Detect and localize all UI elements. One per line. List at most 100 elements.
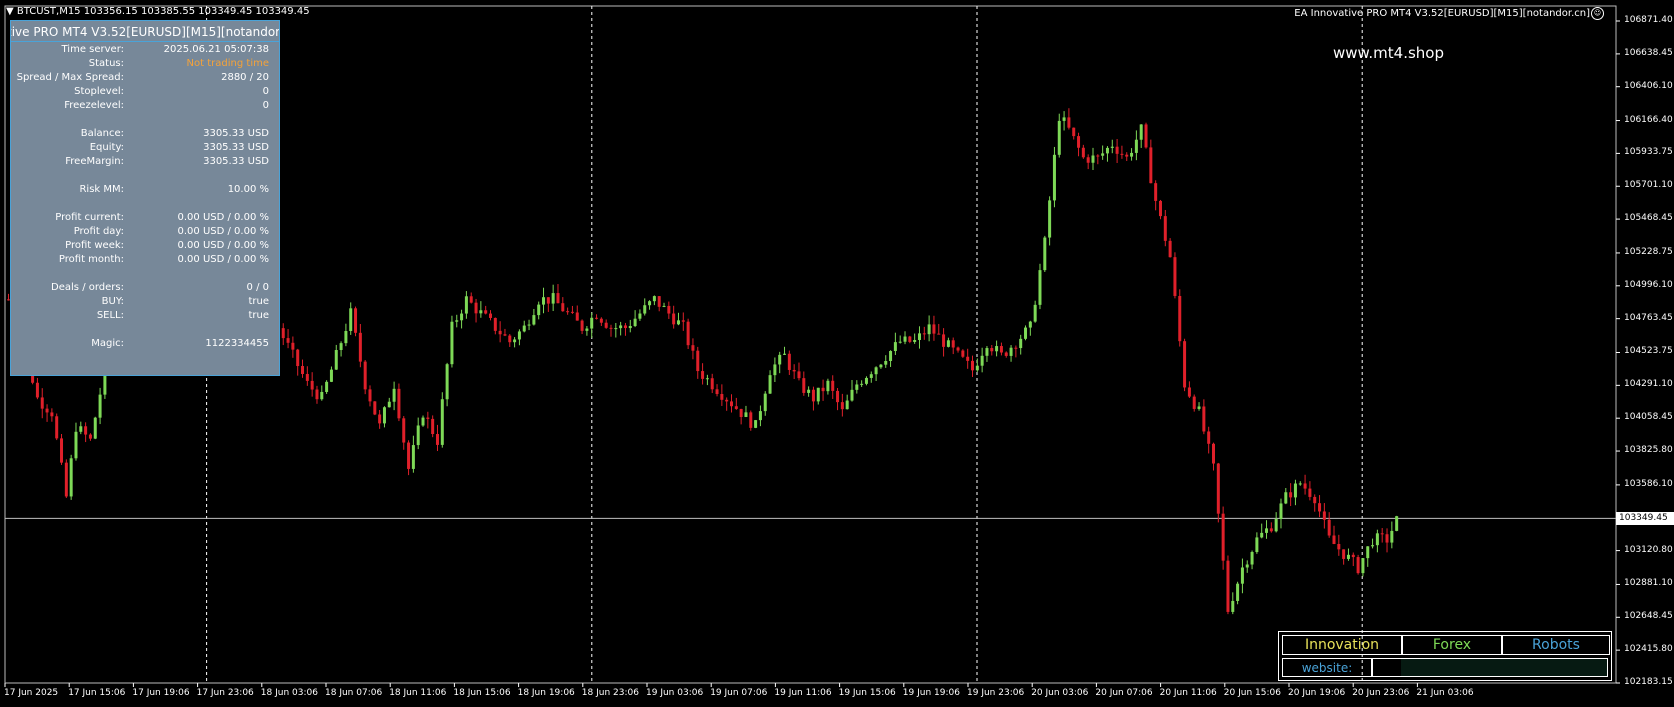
candle-body <box>1346 554 1350 559</box>
candle-body <box>1274 518 1278 532</box>
candle-body <box>1375 533 1379 546</box>
row-label: Deals / orders: <box>51 282 124 293</box>
candle-body <box>305 373 309 381</box>
row-value: 0 / 0 <box>246 282 269 293</box>
panel-row: FreeMargin: 3305.33 USD <box>11 155 279 169</box>
time-tick-label: 18 Jun 03:06 <box>260 688 318 698</box>
symbol-info: ▼ BTCUST,M15 103356.15 103385.55 103349.… <box>6 6 310 17</box>
candle-body <box>421 417 425 426</box>
panel-row: Profit month: 0.00 USD / 0.00 % <box>11 253 279 267</box>
row-label: Equity: <box>89 142 124 153</box>
candle-body <box>1052 154 1056 201</box>
candle-body <box>623 325 627 329</box>
time-tick-label: 20 Jun 15:06 <box>1223 688 1281 698</box>
candle-body <box>74 431 78 459</box>
candle-body <box>864 377 868 384</box>
time-tick-label: 19 Jun 11:06 <box>774 688 832 698</box>
candle-body <box>946 340 950 347</box>
candle-body <box>368 389 372 402</box>
candle-body <box>951 340 955 348</box>
row-label: Spread / Max Spread: <box>16 72 124 83</box>
candle-body <box>416 425 420 446</box>
candle-body <box>1187 387 1191 397</box>
candle-body <box>768 375 772 394</box>
time-tick-label: 20 Jun 19:06 <box>1288 688 1346 698</box>
candle-body <box>773 364 777 376</box>
candle-body <box>681 320 685 322</box>
candle-body <box>831 380 835 391</box>
price-tick-label: 105468.45 <box>1624 213 1673 224</box>
candle-body <box>705 378 709 380</box>
candle-body <box>686 321 690 346</box>
candle-body <box>1173 257 1177 296</box>
panel-row <box>11 113 279 127</box>
candle-body <box>1028 321 1032 328</box>
website-field[interactable] <box>1372 658 1608 677</box>
candle-body <box>633 318 637 327</box>
candle-body <box>450 321 454 365</box>
row-value: 2880 / 20 <box>221 72 269 83</box>
panel-row: SELL: true <box>11 309 279 323</box>
candle-body <box>999 346 1003 353</box>
candle-body <box>1192 396 1196 409</box>
candle-body <box>55 416 59 439</box>
candle-body <box>64 462 68 497</box>
candle-body <box>363 361 367 390</box>
candle-body <box>1062 117 1066 121</box>
candle-body <box>821 387 825 392</box>
time-tick-label: 17 Jun 23:06 <box>196 688 254 698</box>
candle-body <box>1168 240 1172 258</box>
candle-body <box>893 342 897 352</box>
time-tick-label: 19 Jun 23:06 <box>967 688 1025 698</box>
candle-body <box>1231 600 1235 612</box>
candle-body <box>561 303 565 312</box>
candle-body <box>1361 558 1365 574</box>
candle-body <box>889 351 893 362</box>
candle-body <box>648 301 652 306</box>
row-value: true <box>248 310 269 321</box>
row-value: Not trading time <box>186 58 269 69</box>
panel-row: Equity: 3305.33 USD <box>11 141 279 155</box>
candle-body <box>1144 124 1148 148</box>
candle-body <box>88 434 92 439</box>
candle-body <box>787 353 791 370</box>
panel-row: Time server: 2025.06.21 05:07:38 <box>11 43 279 57</box>
candle-body <box>619 325 623 329</box>
panel-row: Deals / orders: 0 / 0 <box>11 281 279 295</box>
candle-body <box>325 381 329 392</box>
candle-body <box>329 369 333 382</box>
candle-body <box>40 397 44 409</box>
candle-body <box>378 414 382 424</box>
candle-body <box>69 458 73 497</box>
innovation-button[interactable]: Innovation <box>1282 635 1402 655</box>
candle-body <box>1183 341 1187 388</box>
candle-body <box>1245 564 1249 568</box>
candle-body <box>1289 492 1293 498</box>
candle-body <box>1221 513 1225 561</box>
robots-button[interactable]: Robots <box>1502 635 1610 655</box>
time-tick-label: 20 Jun 23:06 <box>1352 688 1410 698</box>
candle-body <box>1014 347 1018 349</box>
candle-body <box>604 322 608 328</box>
chart-window[interactable]: ▼ BTCUST,M15 103356.15 103385.55 103349.… <box>0 0 1674 707</box>
row-label: FreeMargin: <box>65 156 124 167</box>
price-tick-label: 104763.45 <box>1624 312 1673 323</box>
forex-button[interactable]: Forex <box>1402 635 1502 655</box>
candle-body <box>1284 492 1288 504</box>
row-label: Profit current: <box>55 212 124 223</box>
candle-body <box>489 313 492 318</box>
candle-body <box>1342 549 1346 559</box>
candle-body <box>1004 352 1008 356</box>
candle-body <box>763 393 767 412</box>
row-label: Status: <box>88 58 124 69</box>
candle-body <box>1298 483 1302 485</box>
candle-body <box>1197 406 1201 409</box>
candle-body <box>975 365 979 371</box>
candle-body <box>657 296 661 307</box>
candle-body <box>1322 511 1326 520</box>
candle-body <box>498 330 502 335</box>
candle-body <box>1351 554 1355 558</box>
panel-row <box>11 267 279 281</box>
row-value: 0.00 USD / 0.00 % <box>177 240 269 251</box>
candle-body <box>301 366 305 374</box>
